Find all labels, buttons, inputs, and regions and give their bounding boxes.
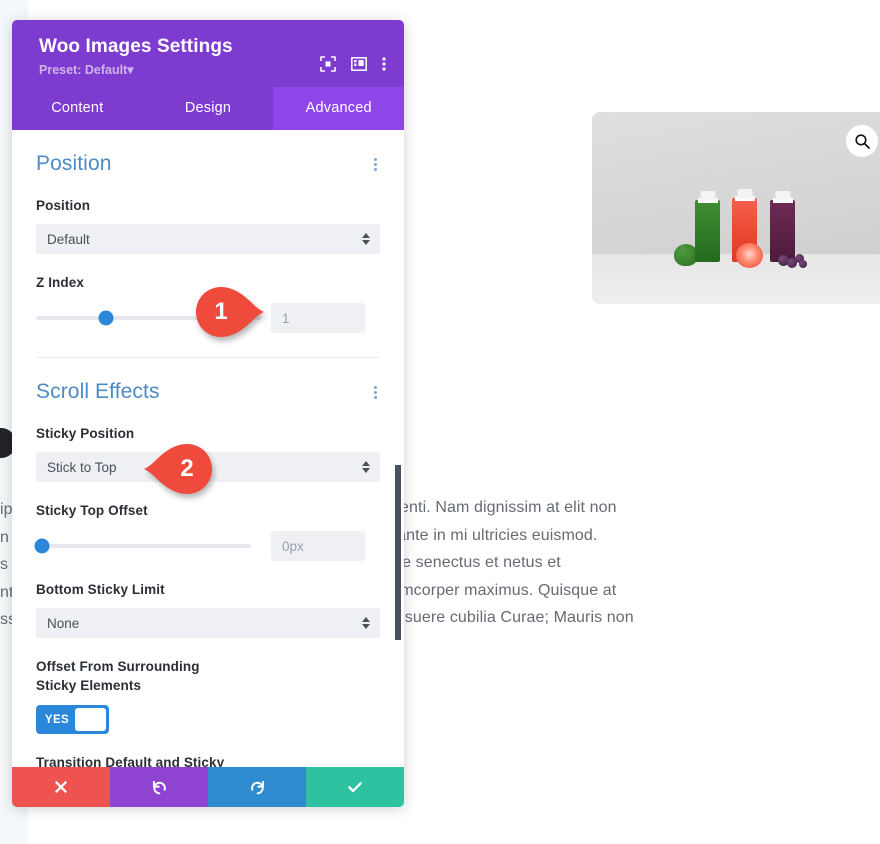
close-icon xyxy=(55,781,67,793)
scroll-effects-section: Scroll Effects Sticky Position Stick to … xyxy=(12,358,404,767)
offset-surrounding-label: Offset From Surrounding Sticky Elements xyxy=(36,659,200,693)
bottom-sticky-limit-label: Bottom Sticky Limit xyxy=(36,582,165,597)
position-label: Position xyxy=(36,198,91,213)
sticky-position-value: Stick to Top xyxy=(47,459,117,475)
z-index-value: 1 xyxy=(282,310,290,326)
undo-icon xyxy=(152,780,166,794)
cancel-button[interactable] xyxy=(12,767,110,807)
tab-advanced[interactable]: Advanced xyxy=(273,87,404,130)
tab-content[interactable]: Content xyxy=(12,87,143,130)
redo-icon xyxy=(250,780,264,794)
position-section-header: Position xyxy=(36,152,380,177)
modal-scrollbar-thumb[interactable] xyxy=(395,465,401,640)
save-button[interactable] xyxy=(306,767,404,807)
layout-icon[interactable] xyxy=(351,56,367,72)
toggle-knob xyxy=(75,708,106,731)
redo-button[interactable] xyxy=(208,767,306,807)
scroll-effects-section-title: Scroll Effects xyxy=(36,380,160,403)
sticky-top-offset-label: Sticky Top Offset xyxy=(36,503,148,518)
preset-label: Preset: Default xyxy=(39,63,128,77)
transition-label: Transition Default and Sticky xyxy=(36,755,225,767)
sticky-top-offset-slider[interactable] xyxy=(34,536,251,556)
module-settings-modal: Woo Images Settings Preset: Default▾ Con… xyxy=(12,20,404,807)
modal-scrollbar[interactable] xyxy=(395,130,401,767)
callout-pin-2: 2 xyxy=(144,444,212,494)
position-section-title: Position xyxy=(36,152,112,175)
callout-number: 2 xyxy=(180,455,194,482)
chevron-down-icon: ▾ xyxy=(127,63,134,77)
position-field: Position Default xyxy=(36,196,380,254)
position-select-value: Default xyxy=(47,231,90,247)
modal-header-actions xyxy=(320,56,386,72)
sticky-top-offset-input[interactable]: 0px xyxy=(271,531,365,561)
select-spinner-icon xyxy=(362,461,370,473)
bottom-sticky-limit-select[interactable]: None xyxy=(36,608,380,638)
callout-number: 1 xyxy=(214,298,228,325)
modal-header: Woo Images Settings Preset: Default▾ xyxy=(12,20,404,87)
toggle-label: YES xyxy=(44,713,70,726)
berries-garnish xyxy=(778,252,808,268)
bottom-sticky-limit-value: None xyxy=(47,615,80,631)
sticky-top-offset-field: Sticky Top Offset 0px xyxy=(34,501,380,561)
sticky-position-label: Sticky Position xyxy=(36,426,135,441)
modal-tabs: Content Design Advanced xyxy=(12,87,404,130)
product-image-card[interactable] xyxy=(592,112,880,304)
product-zoom-button[interactable] xyxy=(846,125,878,157)
position-select[interactable]: Default xyxy=(36,224,380,254)
transition-field: Transition Default and Sticky xyxy=(36,753,380,767)
position-section-menu-icon[interactable] xyxy=(371,152,380,177)
select-spinner-icon xyxy=(362,617,370,629)
offset-surrounding-toggle[interactable]: YES xyxy=(36,705,109,734)
bottle-green xyxy=(695,190,720,262)
modal-title: Woo Images Settings xyxy=(39,36,233,57)
tab-design[interactable]: Design xyxy=(143,87,274,130)
tomato-garnish xyxy=(736,242,763,268)
select-spinner-icon xyxy=(362,233,370,245)
offset-surrounding-field: Offset From Surrounding Sticky Elements … xyxy=(36,657,380,734)
modal-footer xyxy=(12,767,404,807)
screen: ip n s i nt ss spendisse potenti. Nam di… xyxy=(0,0,880,844)
sticky-top-offset-value: 0px xyxy=(282,538,304,554)
fullscreen-icon[interactable] xyxy=(320,56,336,72)
checkmark-icon xyxy=(348,782,362,793)
scroll-effects-section-menu-icon[interactable] xyxy=(371,380,380,405)
callout-pin-1: 1 xyxy=(196,287,264,337)
bottom-sticky-limit-field: Bottom Sticky Limit None xyxy=(36,580,380,638)
product-photo xyxy=(592,112,880,304)
search-icon xyxy=(854,133,870,149)
sticky-top-offset-control-row: 0px xyxy=(34,531,380,561)
scroll-effects-section-header: Scroll Effects xyxy=(36,380,380,405)
more-options-icon[interactable] xyxy=(382,56,386,72)
z-index-value-input[interactable]: 1 xyxy=(271,303,365,333)
undo-button[interactable] xyxy=(110,767,208,807)
